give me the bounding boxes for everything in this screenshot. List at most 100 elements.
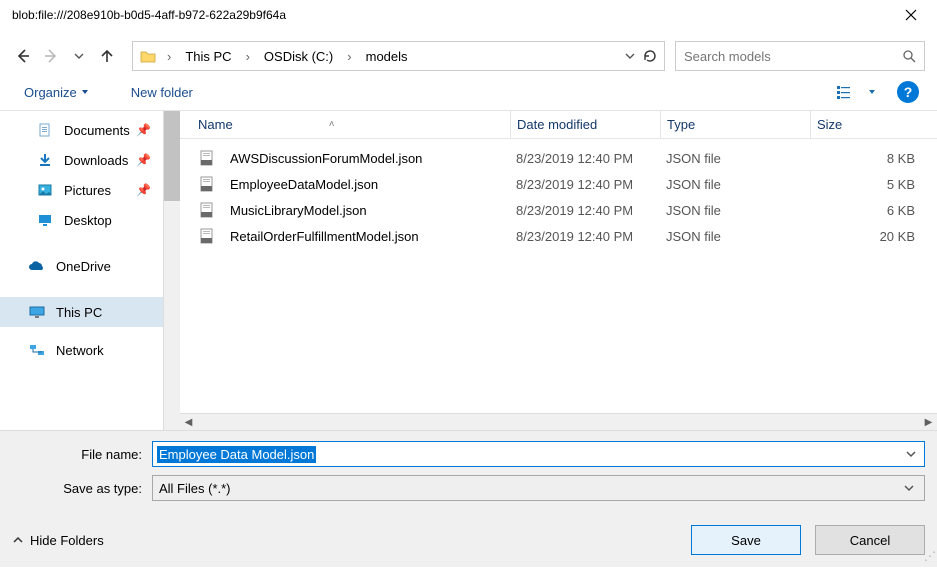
saveastype-label: Save as type:	[12, 481, 152, 496]
toolbar: Organize New folder ?	[0, 74, 937, 110]
column-header-date[interactable]: Date modified	[510, 111, 660, 138]
sidebar-item-desktop[interactable]: Desktop	[0, 205, 163, 235]
view-dropdown[interactable]	[865, 80, 879, 104]
folder-icon	[139, 47, 157, 65]
documents-icon	[36, 121, 54, 139]
back-button[interactable]	[12, 45, 34, 67]
sidebar-item-network[interactable]: Network	[0, 335, 163, 365]
file-type: JSON file	[660, 145, 810, 171]
filename-combo[interactable]: Employee Data Model.json	[152, 441, 925, 467]
breadcrumb-models[interactable]: models	[362, 47, 412, 66]
bottom-panel: File name: Employee Data Model.json Save…	[0, 430, 937, 567]
cancel-button[interactable]: Cancel	[815, 525, 925, 555]
pin-icon: 📌	[136, 183, 151, 197]
sidebar-item-thispc[interactable]: This PC	[0, 297, 163, 327]
main-area: Documents 📌 Downloads 📌 Pictures 📌 Deskt…	[0, 110, 937, 430]
file-row[interactable]: MusicLibraryModel.json 8/23/2019 12:40 PM…	[190, 197, 937, 223]
thispc-icon	[28, 303, 46, 321]
file-size: 5 KB	[810, 171, 937, 197]
filename-input[interactable]: Employee Data Model.json	[157, 446, 316, 463]
forward-button[interactable]	[40, 45, 62, 67]
pictures-icon	[36, 181, 54, 199]
nav-row: › This PC › OSDisk (C:) › models	[0, 38, 937, 74]
json-file-icon	[198, 201, 216, 219]
sidebar-item-pictures[interactable]: Pictures 📌	[0, 175, 163, 205]
hide-folders-button[interactable]: Hide Folders	[12, 533, 104, 548]
sidebar-item-label: Downloads	[64, 153, 128, 168]
search-box[interactable]	[675, 41, 925, 71]
file-list: Name ˄ Date modified Type Size AWSDiscus…	[180, 111, 937, 430]
sidebar-item-downloads[interactable]: Downloads 📌	[0, 145, 163, 175]
file-type: JSON file	[660, 223, 810, 249]
file-date: 8/23/2019 12:40 PM	[510, 203, 660, 218]
desktop-icon	[36, 211, 54, 229]
saveastype-combo[interactable]: All Files (*.*)	[152, 475, 925, 501]
column-header-size[interactable]: Size	[810, 111, 937, 138]
file-size: 8 KB	[810, 145, 937, 171]
json-file-icon	[198, 227, 216, 245]
help-button[interactable]: ?	[897, 81, 919, 103]
resize-grip[interactable]: ⋰	[924, 549, 933, 563]
network-icon	[28, 341, 46, 359]
breadcrumb-thispc[interactable]: This PC	[181, 47, 235, 66]
chevron-right-icon[interactable]: ›	[163, 49, 175, 64]
sidebar-item-label: Documents	[64, 123, 130, 138]
json-file-icon	[198, 175, 216, 193]
saveastype-value: All Files (*.*)	[159, 481, 231, 496]
file-type: JSON file	[660, 171, 810, 197]
file-type: JSON file	[660, 197, 810, 223]
sidebar-item-label: Network	[56, 343, 104, 358]
file-size: 20 KB	[810, 223, 937, 249]
search-icon[interactable]	[902, 49, 916, 63]
list-body: AWSDiscussionForumModel.json8/23/2019 12…	[180, 139, 937, 413]
up-button[interactable]	[96, 45, 118, 67]
filename-label: File name:	[12, 447, 152, 462]
sidebar-item-label: Pictures	[64, 183, 111, 198]
file-date: 8/23/2019 12:40 PM	[510, 177, 660, 192]
sidebar-item-onedrive[interactable]: OneDrive	[0, 251, 163, 281]
scroll-left-icon[interactable]: ◀	[180, 414, 197, 431]
window-title: blob:file:///208e910b-b0d5-4aff-b972-622…	[12, 8, 905, 22]
file-name: EmployeeDataModel.json	[230, 177, 378, 192]
recent-dropdown[interactable]	[68, 45, 90, 67]
file-row[interactable]: EmployeeDataModel.json 8/23/2019 12:40 PM…	[190, 171, 937, 197]
scrollbar-thumb[interactable]	[164, 111, 180, 201]
file-row[interactable]: RetailOrderFulfillmentModel.json 8/23/201…	[190, 223, 937, 249]
title-bar: blob:file:///208e910b-b0d5-4aff-b972-622…	[0, 0, 937, 30]
sidebar-item-documents[interactable]: Documents 📌	[0, 115, 163, 145]
horizontal-scrollbar[interactable]: ◀ ▶	[180, 413, 937, 430]
address-bar[interactable]: › This PC › OSDisk (C:) › models	[132, 41, 665, 71]
json-file-icon	[198, 149, 216, 167]
search-input[interactable]	[684, 49, 902, 64]
chevron-down-icon[interactable]	[902, 449, 920, 459]
file-name: RetailOrderFulfillmentModel.json	[230, 229, 419, 244]
sidebar-scrollbar[interactable]	[163, 111, 180, 430]
chevron-right-icon[interactable]: ›	[343, 49, 355, 64]
chevron-down-icon[interactable]	[900, 483, 918, 493]
close-button[interactable]	[905, 9, 925, 21]
new-folder-button[interactable]: New folder	[125, 81, 199, 104]
chevron-right-icon[interactable]: ›	[242, 49, 254, 64]
sidebar: Documents 📌 Downloads 📌 Pictures 📌 Deskt…	[0, 111, 180, 430]
address-dropdown[interactable]	[624, 50, 636, 62]
pin-icon: 📌	[136, 153, 151, 167]
chevron-up-icon	[12, 534, 24, 546]
file-size: 6 KB	[810, 197, 937, 223]
refresh-button[interactable]	[642, 48, 658, 64]
downloads-icon	[36, 151, 54, 169]
organize-button[interactable]: Organize	[18, 81, 95, 104]
column-header-name[interactable]: Name ˄	[190, 117, 510, 132]
save-button[interactable]: Save	[691, 525, 801, 555]
sort-caret-icon: ˄	[329, 119, 335, 130]
file-date: 8/23/2019 12:40 PM	[510, 229, 660, 244]
scroll-right-icon[interactable]: ▶	[920, 414, 937, 431]
list-header: Name ˄ Date modified Type Size	[180, 111, 937, 139]
breadcrumb-osdisk[interactable]: OSDisk (C:)	[260, 47, 337, 66]
pin-icon: 📌	[136, 123, 151, 137]
file-row[interactable]: AWSDiscussionForumModel.json8/23/2019 12…	[190, 145, 937, 171]
column-header-type[interactable]: Type	[660, 111, 810, 138]
file-date: 8/23/2019 12:40 PM	[510, 151, 660, 166]
sidebar-item-label: This PC	[56, 305, 102, 320]
view-button[interactable]	[831, 80, 859, 104]
file-name: MusicLibraryModel.json	[230, 203, 367, 218]
